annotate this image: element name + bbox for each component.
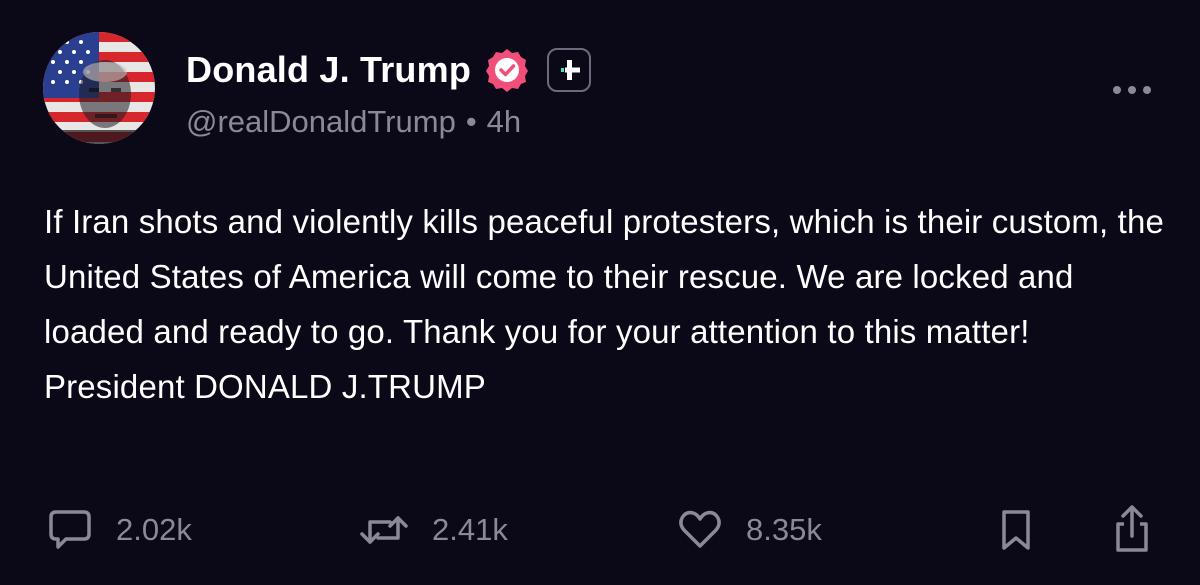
bookmark-button[interactable] xyxy=(996,500,1036,560)
verified-badge-icon xyxy=(483,46,531,94)
repost-arrows-icon xyxy=(360,516,408,544)
like-count: 8.35k xyxy=(746,512,822,547)
post-body: If Iran shots and violently kills peacef… xyxy=(44,203,1164,405)
post-card: Donald J. Trump @realDonaldTrump • 4h If… xyxy=(0,0,1200,585)
share-button[interactable] xyxy=(1110,500,1154,560)
more-horizontal-icon xyxy=(1113,86,1151,94)
display-name[interactable]: Donald J. Trump xyxy=(186,49,471,91)
post-header: Donald J. Trump @realDonaldTrump • 4h xyxy=(186,44,592,144)
repost-button[interactable]: 2.41k xyxy=(358,500,508,560)
bookmark-icon xyxy=(1002,510,1030,550)
name-row: Donald J. Trump xyxy=(186,44,592,96)
speech-bubble-icon xyxy=(49,510,91,549)
separator-dot: • xyxy=(465,104,477,139)
reply-count: 2.02k xyxy=(116,512,192,547)
timestamp: 4h xyxy=(486,104,522,139)
plus-icon xyxy=(561,60,581,80)
avatar-image xyxy=(43,32,155,144)
repost-count: 2.41k xyxy=(432,512,508,547)
like-button[interactable]: 8.35k xyxy=(676,500,822,560)
handle-row: @realDonaldTrump • 4h xyxy=(186,100,591,144)
follow-button[interactable] xyxy=(547,48,592,92)
heart-icon xyxy=(679,510,721,548)
reply-button[interactable]: 2.02k xyxy=(46,500,192,560)
share-icon xyxy=(1116,505,1148,552)
more-options-button[interactable] xyxy=(1108,78,1156,102)
action-bar: 2.02k 2.41k 8.35k xyxy=(0,500,1200,560)
avatar[interactable] xyxy=(43,32,155,144)
handle[interactable]: @realDonaldTrump xyxy=(186,104,456,140)
